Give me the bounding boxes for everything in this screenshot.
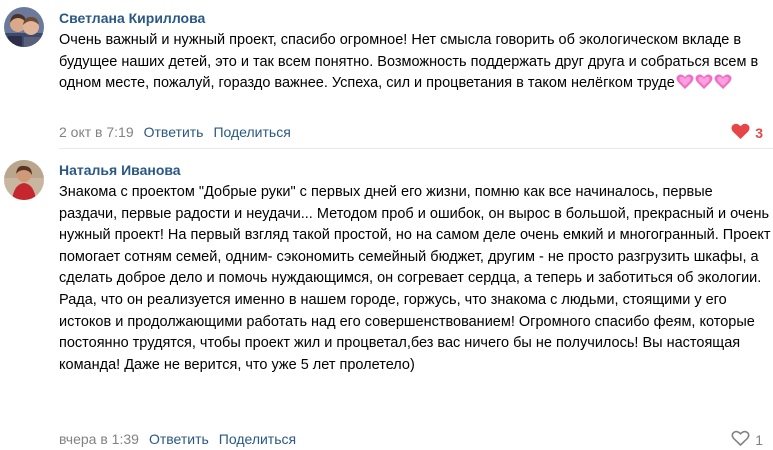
reply-button[interactable]: Ответить bbox=[149, 431, 209, 447]
comment-text: Знакома с проектом "Добрые руки" с первы… bbox=[59, 184, 771, 373]
comment: Наталья Иванова Знакома с проектом "Добр… bbox=[0, 0, 773, 448]
like-count: 1 bbox=[755, 432, 763, 448]
author-name[interactable]: Наталья Иванова bbox=[59, 162, 181, 178]
heart-outline-icon bbox=[731, 430, 750, 450]
like-button[interactable]: 1 bbox=[731, 430, 763, 450]
share-button[interactable]: Поделиться bbox=[219, 431, 296, 447]
timestamp[interactable]: вчера в 1:39 bbox=[59, 431, 139, 447]
avatar-photo bbox=[4, 160, 44, 200]
avatar[interactable] bbox=[4, 160, 44, 200]
comment-meta: вчера в 1:39 Ответить Поделиться bbox=[59, 431, 296, 447]
